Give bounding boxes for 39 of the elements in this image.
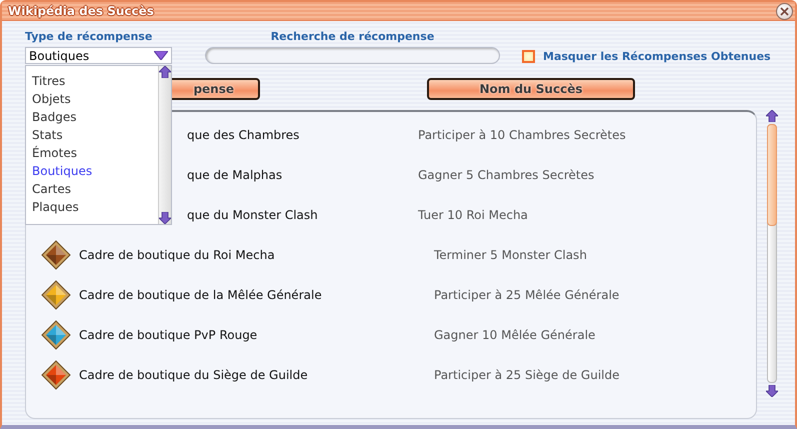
achievement-name: Cadre de boutique de la Mêlée Générale bbox=[79, 288, 322, 302]
checkbox-label: Masquer les Récompenses Obtenues bbox=[543, 50, 771, 63]
close-icon bbox=[780, 6, 789, 16]
achievement-requirement: Participer à 25 Siège de Guilde bbox=[434, 368, 620, 382]
field-label: Recherche de récompense bbox=[270, 30, 434, 43]
achievement-requirement: Terminer 5 Monster Clash bbox=[434, 248, 587, 262]
window-title: Wikipédia des Succès bbox=[8, 4, 154, 18]
achievement-requirement: Tuer 10 Roi Mecha bbox=[418, 208, 528, 222]
scroll-down-icon[interactable] bbox=[159, 212, 171, 224]
type-dropdown[interactable]: Boutiques bbox=[25, 47, 172, 64]
dropdown-option[interactable]: Émotes bbox=[32, 144, 158, 162]
achievement-requirement: Participer à 10 Chambres Secrètes bbox=[418, 128, 626, 142]
achievement-requirement: Gagner 10 Mêlée Générale bbox=[434, 328, 596, 342]
field-label: Type de récompense bbox=[25, 30, 154, 43]
dropdown-option[interactable]: Objets bbox=[32, 90, 158, 108]
achievement-name: que des Chambres bbox=[187, 128, 300, 142]
achievement-requirement: Gagner 5 Chambres Secrètes bbox=[418, 168, 594, 182]
dropdown-option[interactable]: Boutiques bbox=[32, 162, 158, 180]
dropdown-option[interactable]: Plaques bbox=[32, 198, 158, 216]
achievement-requirement: Participer à 25 Mêlée Générale bbox=[434, 288, 620, 302]
dropdown-option[interactable]: Stats bbox=[32, 126, 158, 144]
search-field[interactable] bbox=[205, 47, 500, 64]
dropdown-option[interactable]: Titres bbox=[32, 72, 158, 90]
achievement-name: Cadre de boutique du Roi Mecha bbox=[79, 248, 275, 262]
achievement-name: Cadre de boutique PvP Rouge bbox=[79, 328, 258, 342]
scroll-up-icon[interactable] bbox=[159, 66, 171, 78]
caret-icon bbox=[154, 51, 168, 60]
achievement-name: que du Monster Clash bbox=[187, 208, 318, 222]
checkbox[interactable] bbox=[522, 50, 535, 63]
scroll-down-icon[interactable] bbox=[766, 385, 778, 397]
dropdown-option[interactable]: Badges bbox=[32, 108, 158, 126]
column-header-button[interactable]: Nom du Succès bbox=[427, 78, 635, 100]
scrollbar-track[interactable] bbox=[767, 124, 778, 383]
achievement-name: Cadre de boutique du Siège de Guilde bbox=[79, 368, 308, 382]
close-button[interactable] bbox=[776, 2, 793, 20]
achievement-name: que de Malphas bbox=[187, 168, 282, 182]
scrollbar-thumb[interactable] bbox=[767, 124, 778, 226]
scroll-up-icon[interactable] bbox=[766, 110, 778, 122]
dropdown-option[interactable]: Cartes bbox=[32, 180, 158, 198]
